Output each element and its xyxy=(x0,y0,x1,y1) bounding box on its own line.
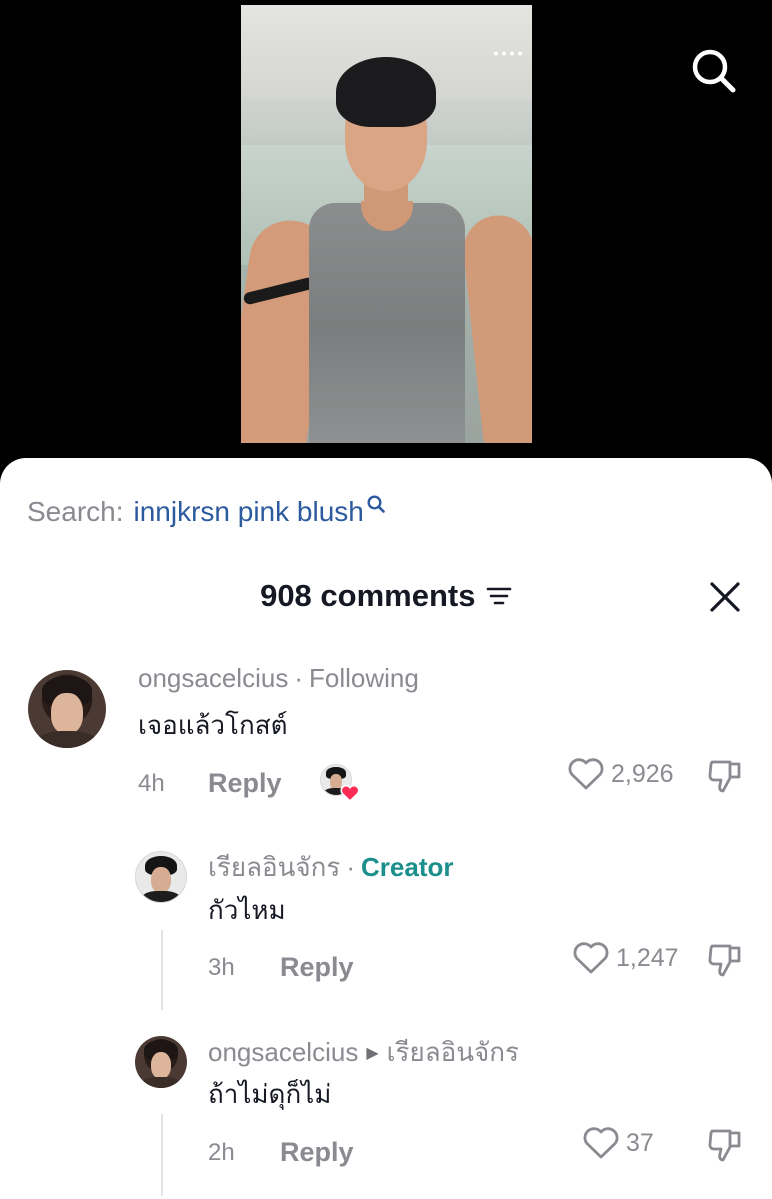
heart-badge-icon xyxy=(340,784,360,802)
search-suggestion-label: Search: xyxy=(27,496,124,527)
reply-to-username[interactable]: เรียลอินจักร xyxy=(387,1032,519,1073)
comments-sheet: Search: innjkrsn pink blush 908 comments… xyxy=(0,458,772,1199)
reply-button[interactable]: Reply xyxy=(280,1137,354,1168)
comment-text: กัวไหม xyxy=(208,896,286,926)
reply-arrow-icon: ▶ xyxy=(366,1044,379,1062)
avatar[interactable] xyxy=(28,670,106,748)
heart-icon xyxy=(568,758,604,790)
following-tag: Following xyxy=(308,663,419,693)
reply-button[interactable]: Reply xyxy=(208,768,282,799)
search-suggestion-term[interactable]: innjkrsn pink blush xyxy=(134,496,364,528)
heart-icon xyxy=(583,1127,619,1159)
comments-count: 908 comments xyxy=(260,578,476,613)
like-button[interactable]: 37 xyxy=(582,1125,654,1161)
reply-button[interactable]: Reply xyxy=(280,952,354,983)
like-button[interactable]: 1,247 xyxy=(572,940,679,976)
comment-time: 4h xyxy=(138,770,165,797)
avatar[interactable] xyxy=(135,1036,187,1088)
liked-by-creator-badge xyxy=(320,764,360,802)
comment-username[interactable]: ongsacelcius xyxy=(208,1037,358,1068)
comment-text: ถ้าไม่ดุก็ไม่ xyxy=(208,1080,332,1110)
comment-text: เจอแล้วโกสต์ xyxy=(138,711,288,741)
like-count: 2,926 xyxy=(611,759,674,788)
comment-meta: ongsacelcius · Following xyxy=(138,663,419,694)
comment-meta: ongsacelcius ▶ เรียลอินจักร xyxy=(208,1032,519,1073)
heart-icon xyxy=(573,942,609,974)
dislike-icon[interactable] xyxy=(706,1127,744,1163)
dislike-icon[interactable] xyxy=(706,758,744,794)
video-player[interactable] xyxy=(241,5,532,443)
video-area xyxy=(0,0,772,500)
sort-icon[interactable] xyxy=(486,585,512,607)
creator-tag: Creator xyxy=(361,852,454,882)
thread-line xyxy=(161,1114,163,1196)
search-small-icon xyxy=(367,495,385,513)
avatar[interactable] xyxy=(135,851,187,903)
comment-username[interactable]: ongsacelcius xyxy=(138,663,288,694)
comment-time: 2h xyxy=(208,1139,235,1166)
search-suggestion[interactable]: Search: innjkrsn pink blush xyxy=(27,495,386,528)
comment-time: 3h xyxy=(208,954,235,981)
thread-line xyxy=(161,930,163,1010)
like-count: 37 xyxy=(626,1128,654,1157)
comments-header: 908 comments xyxy=(0,578,772,618)
comment-meta: เรียลอินจักร · Creator xyxy=(208,847,454,888)
comment-username[interactable]: เรียลอินจักร xyxy=(208,847,340,888)
close-icon[interactable] xyxy=(707,579,743,615)
like-count: 1,247 xyxy=(616,943,679,972)
search-icon[interactable] xyxy=(688,46,738,96)
dislike-icon[interactable] xyxy=(706,942,744,978)
like-button[interactable]: 2,926 xyxy=(567,756,674,792)
